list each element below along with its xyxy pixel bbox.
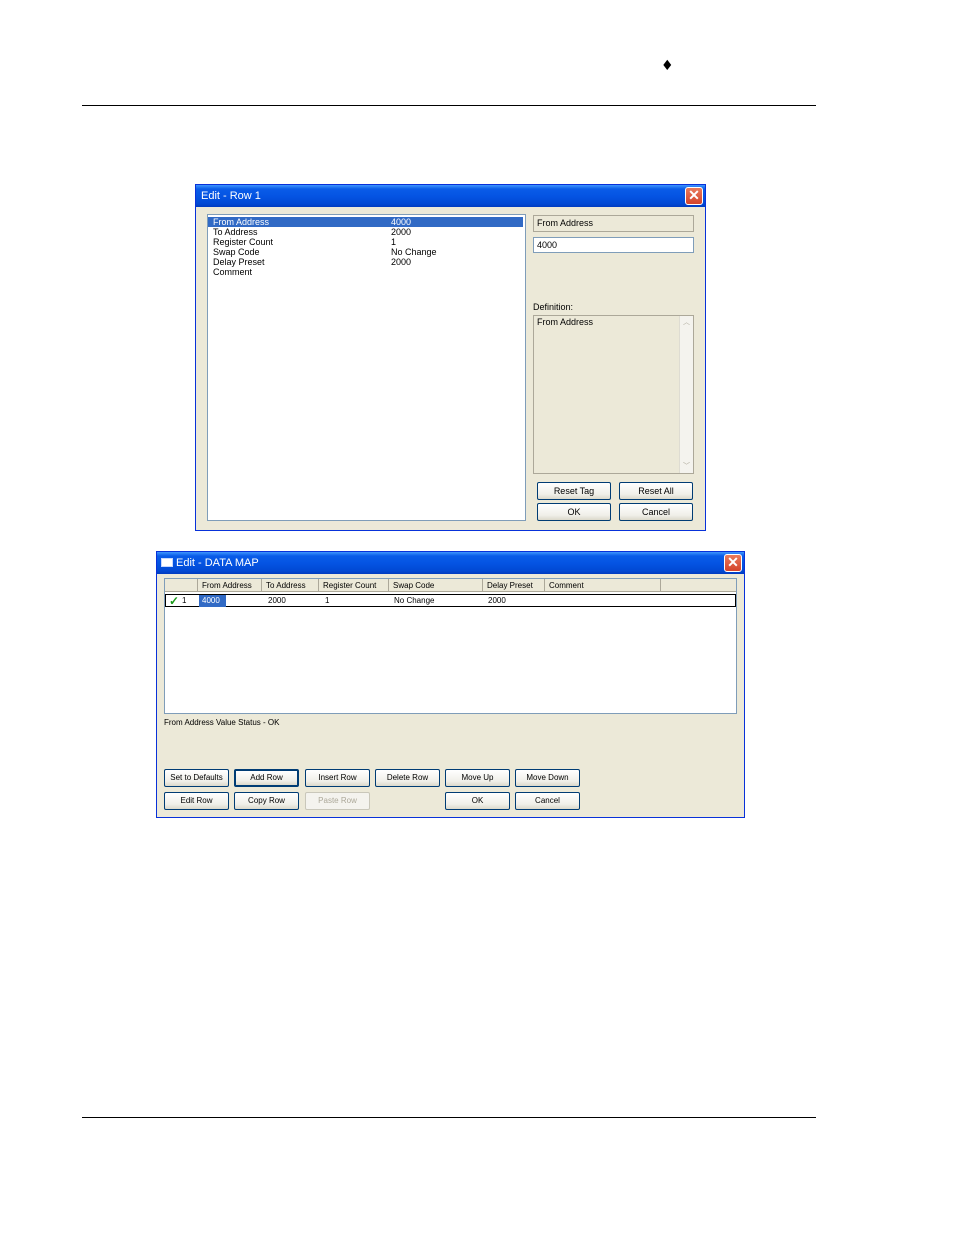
edit-row-dialog: Edit - Row 1 ✕ From Address 4000 To Addr… (195, 184, 706, 531)
property-value-input[interactable]: 4000 (533, 237, 694, 253)
copy-row-button[interactable]: Copy Row (234, 792, 299, 810)
grid-header-filler (661, 579, 736, 592)
cell-from-address[interactable]: 4000 (199, 595, 226, 607)
column-header-register-count[interactable]: Register Count (319, 579, 389, 592)
property-row-swap-code[interactable]: Swap Code No Change (208, 247, 523, 257)
cell-register-count[interactable]: 1 (325, 595, 329, 607)
close-icon[interactable]: ✕ (685, 187, 703, 205)
column-header-comment[interactable]: Comment (545, 579, 661, 592)
definition-scrollbar[interactable]: ︿ ﹀ (679, 316, 693, 473)
window-icon (161, 558, 173, 567)
cell-to-address[interactable]: 2000 (268, 595, 286, 607)
cell-delay-preset[interactable]: 2000 (488, 595, 506, 607)
definition-box: From Address ︿ ﹀ (533, 315, 694, 474)
property-row-from-address[interactable]: From Address 4000 (208, 217, 523, 227)
data-map-grid[interactable]: From Address To Address Register Count S… (164, 578, 737, 714)
data-map-title: Edit - DATA MAP (176, 557, 259, 569)
set-to-defaults-button[interactable]: Set to Defaults (164, 769, 229, 787)
move-up-button[interactable]: Move Up (445, 769, 510, 787)
reset-tag-button[interactable]: Reset Tag (537, 482, 611, 500)
table-row[interactable]: ✓ 1 4000 2000 1 No Change 2000 (165, 594, 736, 607)
property-row-comment[interactable]: Comment (208, 267, 523, 277)
cancel-button[interactable]: Cancel (515, 792, 580, 810)
bottom-rule (82, 1117, 816, 1118)
column-header-from-address[interactable]: From Address (198, 579, 262, 592)
property-list[interactable]: From Address 4000 To Address 2000 Regist… (207, 214, 526, 521)
ok-button[interactable]: OK (537, 503, 611, 521)
scroll-up-icon[interactable]: ︿ (681, 317, 692, 328)
close-icon[interactable]: ✕ (724, 554, 742, 572)
move-down-button[interactable]: Move Down (515, 769, 580, 787)
column-header-to-address[interactable]: To Address (262, 579, 319, 592)
data-map-dialog: Edit - DATA MAP ✕ From Address To Addres… (156, 551, 745, 818)
data-map-titlebar[interactable]: Edit - DATA MAP ✕ (157, 552, 744, 574)
definition-text: From Address (537, 317, 594, 327)
property-row-to-address[interactable]: To Address 2000 (208, 227, 523, 237)
scroll-down-icon[interactable]: ﹀ (681, 461, 692, 472)
column-header-delay-preset[interactable]: Delay Preset (483, 579, 545, 592)
add-row-button[interactable]: Add Row (234, 769, 299, 787)
status-text: From Address Value Status - OK (164, 718, 280, 727)
property-row-register-count[interactable]: Register Count 1 (208, 237, 523, 247)
delete-row-button[interactable]: Delete Row (375, 769, 440, 787)
definition-label: Definition: (533, 302, 574, 312)
insert-row-button[interactable]: Insert Row (305, 769, 370, 787)
edit-row-title: Edit - Row 1 (201, 190, 261, 202)
top-rule (82, 105, 816, 106)
property-row-delay-preset[interactable]: Delay Preset 2000 (208, 257, 523, 267)
column-header-swap-code[interactable]: Swap Code (389, 579, 483, 592)
page-header-mark: ♦ (661, 58, 674, 74)
row-index: 1 (182, 596, 187, 605)
check-icon: ✓ (169, 594, 180, 608)
ok-button[interactable]: OK (445, 792, 510, 810)
paste-row-button[interactable]: Paste Row (305, 792, 370, 810)
edit-row-button[interactable]: Edit Row (164, 792, 229, 810)
reset-all-button[interactable]: Reset All (619, 482, 693, 500)
grid-header-corner (165, 579, 198, 592)
cancel-button[interactable]: Cancel (619, 503, 693, 521)
selected-property-name: From Address (533, 215, 694, 232)
cell-swap-code[interactable]: No Change (394, 595, 434, 607)
edit-row-titlebar[interactable]: Edit - Row 1 ✕ (196, 185, 705, 207)
